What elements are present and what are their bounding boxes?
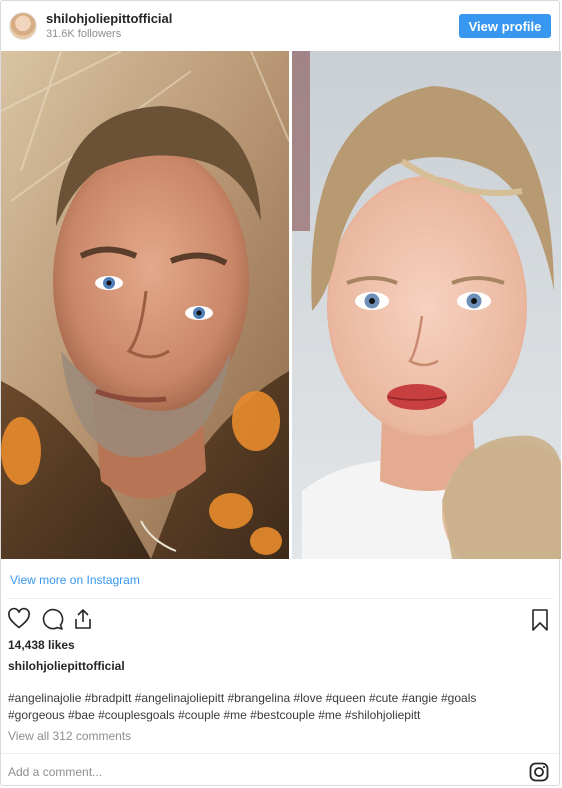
header-username[interactable]: shilohjoliepittofficial <box>46 11 172 26</box>
bookmark-icon[interactable] <box>530 608 550 632</box>
child-portrait-image <box>292 51 561 559</box>
view-profile-button[interactable]: View profile <box>459 14 551 38</box>
post-media[interactable] <box>1 51 561 559</box>
view-all-comments-link[interactable]: View all 312 comments <box>8 729 131 743</box>
instagram-embed-card: shilohjoliepittofficial 31.6K followers … <box>0 0 561 786</box>
divider <box>1 753 559 754</box>
divider <box>7 598 553 599</box>
instagram-logo-icon[interactable] <box>529 762 549 782</box>
hashtags-line-1[interactable]: #angelinajolie #bradpitt #angelinajoliep… <box>8 690 548 707</box>
post-header: shilohjoliepittofficial 31.6K followers … <box>1 1 559 51</box>
follower-count: 31.6K followers <box>46 28 122 40</box>
like-count[interactable]: 14,438 likes <box>8 638 75 652</box>
caption-username[interactable]: shilohjoliepittofficial <box>8 659 125 673</box>
add-comment-input[interactable] <box>8 761 488 783</box>
avatar[interactable] <box>9 12 37 40</box>
man-portrait-image <box>1 51 289 559</box>
comment-icon[interactable] <box>40 607 64 631</box>
heart-icon[interactable] <box>7 607 31 631</box>
hashtags-line-2[interactable]: #gorgeous #bae #couplesgoals #couple #me… <box>8 707 548 724</box>
view-more-on-instagram-link[interactable]: View more on Instagram <box>10 573 140 587</box>
caption-hashtags: #angelinajolie #bradpitt #angelinajoliep… <box>8 690 548 724</box>
share-icon[interactable] <box>71 607 95 631</box>
